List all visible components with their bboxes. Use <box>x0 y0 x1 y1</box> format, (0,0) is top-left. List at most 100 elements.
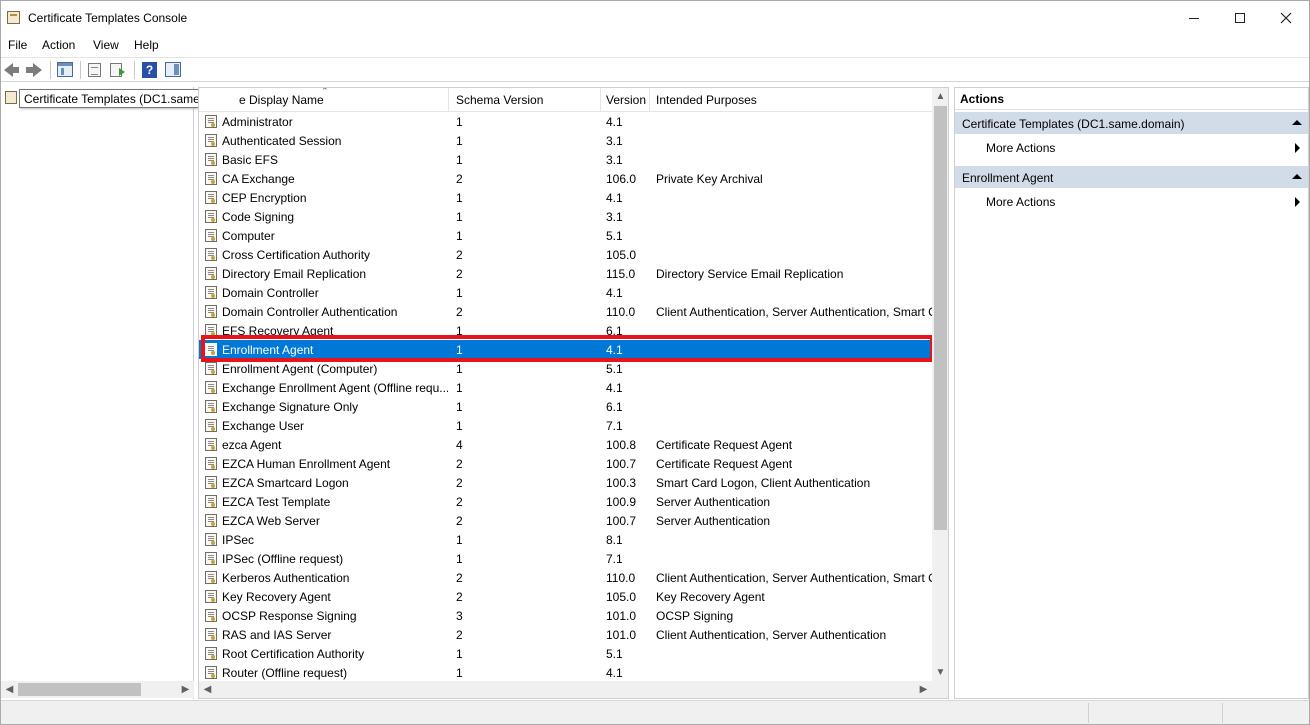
cell-display-name: Router (Offline request) <box>222 666 348 680</box>
template-rows: Administrator 1 4.1 Authenticated Session 1 3… <box>199 112 932 682</box>
cell-intended-purposes: Certificate Request Agent <box>656 457 793 471</box>
table-row[interactable]: EZCA Test Template 2 100.9 Server Authentic… <box>199 492 932 511</box>
cell-version: 5.1 <box>606 362 623 376</box>
action-group-enrollment-agent[interactable]: Enrollment Agent <box>955 166 1308 188</box>
table-row[interactable]: ezca Agent 4 100.8 Certificate Request Agen… <box>199 435 932 454</box>
scroll-right-icon[interactable]: ▶ <box>177 681 194 698</box>
table-row[interactable]: Kerberos Authentication 2 110.0 Client Auth… <box>199 568 932 587</box>
table-row[interactable]: Computer 1 5.1 <box>199 226 932 245</box>
table-row[interactable]: Enrollment Agent (Computer) 1 5.1 <box>199 359 932 378</box>
table-row[interactable]: OCSP Response Signing 3 101.0 OCSP Signing <box>199 606 932 625</box>
cell-display-name: Root Certification Authority <box>222 647 365 661</box>
scroll-right-icon[interactable]: ▶ <box>915 681 932 698</box>
menu-action[interactable]: Action <box>42 38 75 52</box>
column-divider[interactable] <box>649 88 650 112</box>
cell-schema-version: 2 <box>456 172 463 186</box>
table-row[interactable]: EZCA Smartcard Logon 2 100.3 Smart Card Log… <box>199 473 932 492</box>
certificate-console-icon <box>7 11 20 24</box>
column-header-version[interactable]: Version <box>606 93 646 107</box>
actions-pane: Actions Certificate Templates (DC1.same.… <box>954 87 1309 699</box>
table-row[interactable]: IPSec 1 8.1 <box>199 530 932 549</box>
scroll-up-icon[interactable]: ▲ <box>932 88 948 105</box>
table-row[interactable]: Basic EFS 1 3.1 <box>199 150 932 169</box>
tree-horizontal-scrollbar[interactable]: ◀ ▶ <box>1 681 194 698</box>
table-row[interactable]: Cross Certification Authority 2 105.0 <box>199 245 932 264</box>
column-header-schema-version[interactable]: Schema Version <box>456 93 543 107</box>
table-row[interactable]: Enrollment Agent 1 4.1 <box>199 340 932 359</box>
certificate-template-icon <box>205 229 217 242</box>
certificate-template-icon <box>205 495 217 508</box>
back-button[interactable] <box>3 61 21 79</box>
scroll-left-icon[interactable]: ◀ <box>1 681 18 698</box>
table-row[interactable]: Router (Offline request) 1 4.1 <box>199 663 932 682</box>
cell-schema-version: 1 <box>456 381 463 395</box>
close-button[interactable] <box>1263 1 1309 34</box>
table-row[interactable]: EZCA Web Server 2 100.7 Server Authenticati… <box>199 511 932 530</box>
certificate-template-icon <box>205 628 217 641</box>
cell-intended-purposes: Key Recovery Agent <box>656 590 765 604</box>
table-row[interactable]: IPSec (Offline request) 1 7.1 <box>199 549 932 568</box>
table-row[interactable]: Code Signing 1 3.1 <box>199 207 932 226</box>
column-divider[interactable] <box>600 88 601 112</box>
cell-display-name: EZCA Test Template <box>222 495 331 509</box>
table-row[interactable]: Exchange Enrollment Agent (Offline requ.… <box>199 378 932 397</box>
cell-schema-version: 1 <box>456 324 463 338</box>
column-divider[interactable] <box>448 88 449 112</box>
action-group-certificate-templates[interactable]: Certificate Templates (DC1.same.domain) <box>955 112 1308 134</box>
menu-view[interactable]: View <box>93 38 119 52</box>
forward-button[interactable] <box>25 61 43 79</box>
table-row[interactable]: Authenticated Session 1 3.1 <box>199 131 932 150</box>
help-button[interactable]: ? <box>140 61 158 79</box>
cell-version: 6.1 <box>606 324 623 338</box>
table-row[interactable]: EFS Recovery Agent 1 6.1 <box>199 321 932 340</box>
template-list-pane: e Display Name ⌃ Schema Version Version … <box>198 87 949 699</box>
action-more-actions[interactable]: More Actions <box>955 136 1308 158</box>
collapse-icon[interactable] <box>1292 174 1302 179</box>
table-row[interactable]: RAS and IAS Server 2 101.0 Client Authentic… <box>199 625 932 644</box>
scroll-thumb[interactable] <box>934 106 947 530</box>
table-row[interactable]: Directory Email Replication 2 115.0 Directo… <box>199 264 932 283</box>
cell-version: 6.1 <box>606 400 623 414</box>
list-horizontal-scrollbar[interactable]: ◀ ▶ <box>199 681 932 698</box>
action-group-label: Certificate Templates (DC1.same.domain) <box>962 117 1185 131</box>
cell-schema-version: 2 <box>456 267 463 281</box>
certificate-template-icon <box>205 267 217 280</box>
table-row[interactable]: CEP Encryption 1 4.1 <box>199 188 932 207</box>
scroll-left-icon[interactable]: ◀ <box>199 681 216 698</box>
column-header-display-name[interactable]: e Display Name <box>239 93 324 107</box>
menu-help[interactable]: Help <box>134 38 159 52</box>
show-hide-tree-button[interactable] <box>56 61 74 79</box>
table-row[interactable]: Domain Controller 1 4.1 <box>199 283 932 302</box>
table-row[interactable]: Domain Controller Authentication 2 110.0 Cl… <box>199 302 932 321</box>
table-row[interactable]: Exchange Signature Only 1 6.1 <box>199 397 932 416</box>
scroll-down-icon[interactable]: ▼ <box>932 664 948 681</box>
list-icon <box>88 63 101 77</box>
close-icon <box>1280 12 1292 24</box>
table-row[interactable]: CA Exchange 2 106.0 Private Key Archival <box>199 169 932 188</box>
table-row[interactable]: EZCA Human Enrollment Agent 2 100.7 Certifi… <box>199 454 932 473</box>
export-list-button[interactable] <box>109 61 127 79</box>
cell-schema-version: 2 <box>456 248 463 262</box>
cell-version: 3.1 <box>606 153 623 167</box>
cell-schema-version: 1 <box>456 343 463 357</box>
table-row[interactable]: Exchange User 1 7.1 <box>199 416 932 435</box>
list-vertical-scrollbar[interactable]: ▲ ▼ <box>932 88 948 681</box>
column-header-intended-purposes[interactable]: Intended Purposes <box>656 93 757 107</box>
minimize-button[interactable] <box>1171 1 1217 34</box>
cell-schema-version: 1 <box>456 286 463 300</box>
scroll-thumb[interactable] <box>18 683 141 696</box>
table-row[interactable]: Administrator 1 4.1 <box>199 112 932 131</box>
table-row[interactable]: Root Certification Authority 1 5.1 <box>199 644 932 663</box>
certificate-template-icon <box>205 533 217 546</box>
cell-schema-version: 1 <box>456 419 463 433</box>
action-more-actions[interactable]: More Actions <box>955 190 1308 212</box>
maximize-button[interactable] <box>1217 1 1263 34</box>
table-row[interactable]: Key Recovery Agent 2 105.0 Key Recovery Age… <box>199 587 932 606</box>
properties-button[interactable] <box>164 61 182 79</box>
cell-schema-version: 2 <box>456 305 463 319</box>
collapse-icon[interactable] <box>1292 120 1302 125</box>
menu-file[interactable]: File <box>8 38 27 52</box>
cell-schema-version: 1 <box>456 210 463 224</box>
list-button[interactable] <box>86 61 104 79</box>
certificate-template-icon <box>205 552 217 565</box>
